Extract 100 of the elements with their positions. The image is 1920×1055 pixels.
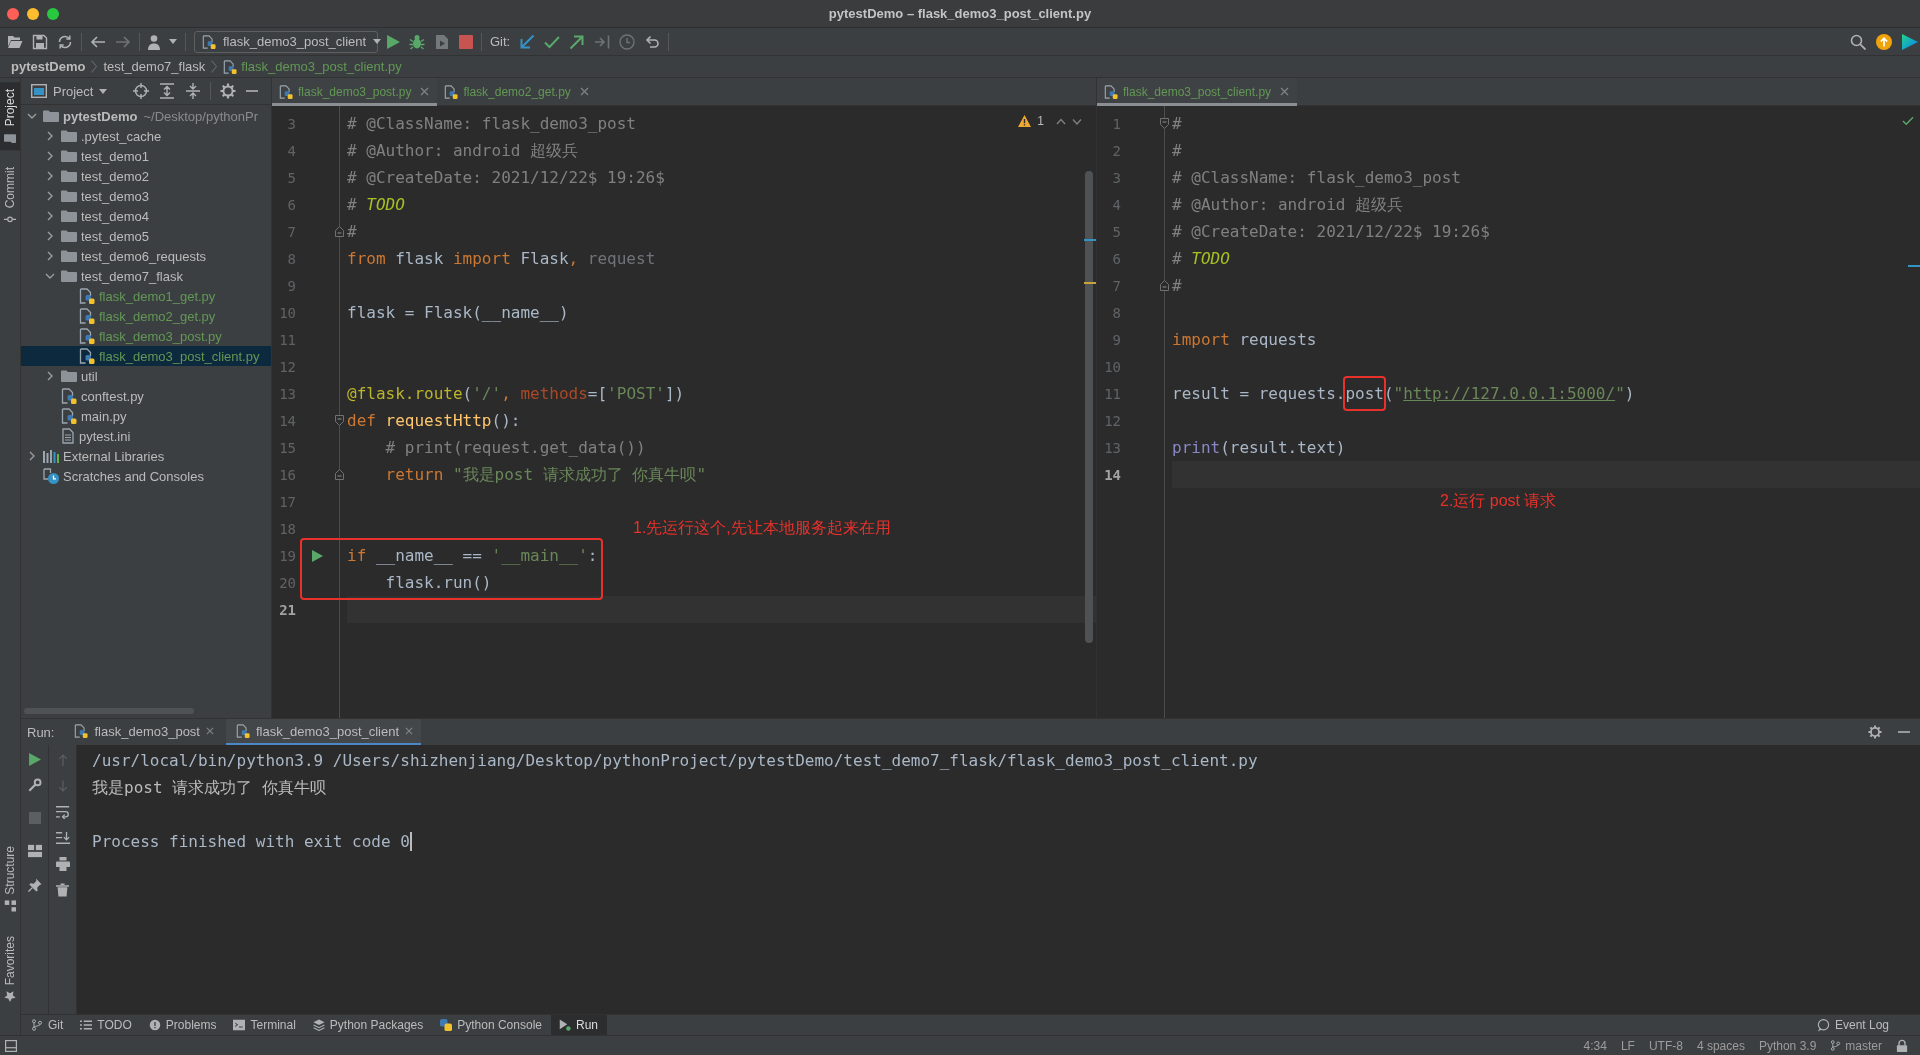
close-icon[interactable]	[7, 7, 19, 20]
close-icon[interactable]	[206, 727, 214, 735]
tool-window-tab[interactable]: Structure	[0, 838, 20, 919]
triangle-logo-icon[interactable]	[1902, 33, 1918, 50]
tree-item[interactable]: test_demo2	[21, 166, 271, 186]
run-configuration-dropdown[interactable]: flask_demo3_post_client	[194, 30, 378, 53]
caret-icon[interactable]	[169, 39, 177, 44]
sync-icon[interactable]	[57, 33, 73, 50]
event-log-button[interactable]: Event Log	[1808, 1015, 1898, 1035]
editor-tab[interactable]: flask_demo2_get.py	[437, 78, 597, 106]
tool-window-tab[interactable]: Commit	[0, 160, 20, 233]
back-arrow-icon[interactable]	[90, 33, 106, 50]
tool-window-tab[interactable]: Git	[23, 1015, 73, 1035]
minimize-icon[interactable]	[246, 90, 259, 92]
close-icon[interactable]	[420, 87, 430, 96]
tool-window-tab[interactable]: Favorites	[0, 928, 20, 1009]
tool-window-tab[interactable]: TODO	[72, 1015, 141, 1035]
fold-marker-icon[interactable]	[335, 226, 344, 237]
lines-down-arrow-icon[interactable]	[55, 831, 70, 845]
tree-item[interactable]: flask_demo3_post.py	[21, 326, 271, 346]
text-wrap-icon[interactable]	[55, 805, 70, 819]
minimize-icon[interactable]	[27, 7, 39, 20]
arrow-up-circle-icon[interactable]	[1876, 33, 1892, 50]
printer-icon[interactable]	[55, 857, 70, 871]
fold-marker-icon[interactable]	[335, 415, 344, 426]
tree-item[interactable]: External Libraries	[21, 446, 271, 466]
search-icon[interactable]	[1850, 33, 1866, 50]
tree-item[interactable]: conftest.py	[21, 386, 271, 406]
chevron-up-icon[interactable]	[1056, 117, 1066, 125]
status-item[interactable]: UTF-8	[1648, 1038, 1683, 1053]
branch-widget[interactable]: master	[1830, 1038, 1882, 1053]
tree-item[interactable]: pytestDemo ~/Desktop/pythonPr	[21, 106, 271, 126]
tree-item[interactable]: flask_demo2_get.py	[21, 306, 271, 326]
chevron-down-icon[interactable]	[1072, 117, 1082, 125]
tool-window-tab[interactable]: Problems	[140, 1015, 226, 1035]
tree-item[interactable]: test_demo7_flask	[21, 266, 271, 286]
stripe-marker-icon[interactable]	[1084, 239, 1096, 241]
status-item[interactable]: 4 spaces	[1696, 1038, 1745, 1053]
chevron-right-icon[interactable]	[45, 131, 55, 141]
fold-marker-icon[interactable]	[1160, 118, 1169, 129]
tree-item[interactable]: Scratches and Consoles	[21, 466, 271, 486]
console-tab[interactable]: flask_demo3_post	[64, 719, 222, 745]
tree-item[interactable]: util	[21, 366, 271, 386]
layout-icon[interactable]	[27, 844, 42, 858]
chevron-down-icon[interactable]	[27, 111, 37, 121]
breadcrumb[interactable]: test_demo7_flask	[103, 59, 206, 74]
close-icon[interactable]	[579, 87, 589, 96]
scrollbar[interactable]	[1085, 171, 1093, 643]
chevron-right-icon[interactable]	[45, 211, 55, 221]
bug-icon[interactable]	[409, 33, 425, 50]
arrow-up-right-icon[interactable]	[569, 33, 586, 50]
tree-item[interactable]: test_demo6_requests	[21, 246, 271, 266]
square-frame-icon[interactable]	[5, 1039, 17, 1052]
warning-count[interactable]: 1	[1037, 114, 1044, 128]
clock-icon[interactable]	[619, 33, 636, 50]
settings-icon[interactable]	[1868, 725, 1882, 739]
tool-window-tab[interactable]: Python Console	[432, 1015, 551, 1035]
fold-marker-icon[interactable]	[335, 469, 344, 480]
tree-item[interactable]: test_demo5	[21, 226, 271, 246]
chevron-right-icon[interactable]	[45, 191, 55, 201]
chevron-right-icon[interactable]	[45, 251, 55, 261]
settings-icon[interactable]	[220, 83, 237, 99]
status-item[interactable]: Python 3.9	[1758, 1038, 1817, 1053]
breadcrumb[interactable]: flask_demo3_post_client.py	[223, 59, 402, 74]
tree-item[interactable]: main.py	[21, 406, 271, 426]
tree-item[interactable]: test_demo1	[21, 146, 271, 166]
trash-icon[interactable]	[56, 883, 69, 897]
breadcrumb[interactable]: pytestDemo	[11, 59, 86, 74]
arrows-together-icon[interactable]	[185, 83, 202, 99]
open-folder-icon[interactable]	[7, 33, 23, 50]
tree-item[interactable]: test_demo4	[21, 206, 271, 226]
arrow-to-line-icon[interactable]	[594, 33, 611, 50]
play-icon[interactable]	[387, 34, 400, 49]
chevron-right-icon[interactable]	[45, 171, 55, 181]
save-icon[interactable]	[32, 33, 48, 50]
arrow-down-left-icon[interactable]	[519, 33, 536, 50]
forward-arrow-icon[interactable]	[115, 33, 131, 50]
file-play-icon[interactable]	[434, 33, 450, 50]
tool-window-tab[interactable]: Run	[551, 1015, 607, 1035]
chevron-right-icon[interactable]	[45, 151, 55, 161]
maximize-icon[interactable]	[47, 7, 59, 20]
stripe-marker-icon[interactable]	[1084, 282, 1096, 284]
undo-arrow-icon[interactable]	[644, 33, 661, 50]
tool-window-tab[interactable]: Terminal	[225, 1015, 305, 1035]
tree-item[interactable]: flask_demo3_post_client.py	[21, 346, 271, 366]
status-item[interactable]: LF	[1620, 1038, 1635, 1053]
tool-window-tab[interactable]: Python Packages	[304, 1015, 433, 1035]
close-icon[interactable]	[405, 727, 414, 735]
console-tab[interactable]: flask_demo3_post_client	[226, 719, 422, 745]
stop-icon[interactable]	[459, 34, 473, 49]
stripe-marker-icon[interactable]	[1908, 265, 1920, 267]
crosshair-icon[interactable]	[133, 83, 150, 99]
tree-item[interactable]: flask_demo1_get.py	[21, 286, 271, 306]
tool-window-tab[interactable]: Project	[0, 82, 20, 151]
chevron-down-icon[interactable]	[45, 271, 55, 281]
chevron-right-icon[interactable]	[45, 371, 55, 381]
pin-icon[interactable]	[27, 878, 42, 892]
wrench-icon[interactable]	[27, 778, 42, 792]
tree-item[interactable]: .pytest_cache	[21, 126, 271, 146]
fold-marker-icon[interactable]	[1160, 280, 1169, 291]
